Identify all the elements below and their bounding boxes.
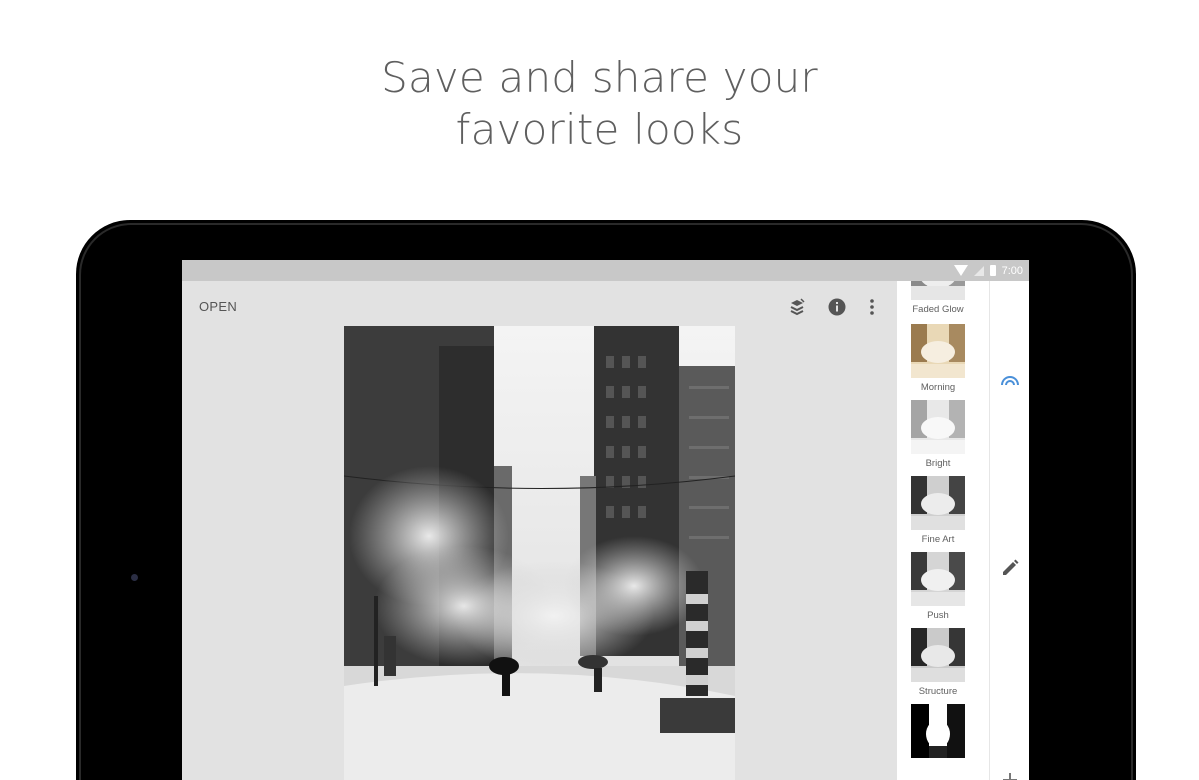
filter-label: Push	[927, 610, 949, 621]
filter-thumbnail	[911, 400, 965, 454]
filter-label: Fine Art	[921, 534, 955, 545]
status-bar: 7:00	[182, 260, 1029, 281]
tools-panel	[989, 281, 1029, 780]
filter-structure[interactable]: Structure	[911, 628, 965, 697]
looks-arc-icon[interactable]	[999, 369, 1021, 391]
app-screen: OPEN Faded Glow Morning Bright Fine Art …	[182, 260, 1029, 780]
filter-morning[interactable]: Morning	[911, 324, 965, 393]
filter-next[interactable]	[911, 704, 965, 758]
headline-line-2: favorite looks	[455, 105, 744, 154]
open-button[interactable]: OPEN	[199, 299, 237, 314]
edited-photo[interactable]	[344, 326, 735, 780]
more-vert-icon[interactable]	[862, 297, 882, 317]
headline-line-1: Save and share your	[381, 53, 818, 102]
filter-fine-art[interactable]: Fine Art	[911, 476, 965, 545]
filter-label: Faded Glow	[912, 304, 964, 315]
filter-thumbnail	[911, 324, 965, 378]
filter-thumbnail	[911, 628, 965, 682]
tablet-frame: OPEN Faded Glow Morning Bright Fine Art …	[76, 220, 1136, 780]
filter-label: Bright	[925, 458, 951, 469]
plus-icon[interactable]	[999, 769, 1021, 780]
signal-icon	[973, 265, 984, 276]
camera-icon	[131, 574, 138, 581]
filter-label: Structure	[918, 686, 958, 697]
stack-edit-icon[interactable]	[787, 297, 807, 317]
filter-label: Morning	[920, 382, 956, 393]
filter-thumbnail	[911, 704, 965, 758]
pencil-icon[interactable]	[999, 557, 1021, 579]
status-time: 7:00	[1001, 264, 1023, 277]
info-icon[interactable]	[827, 297, 847, 317]
battery-icon	[989, 265, 996, 276]
headline: Save and share your favorite looks	[0, 52, 1199, 156]
filter-strip[interactable]: Faded Glow Morning Bright Fine Art Push …	[897, 260, 989, 780]
filter-bright[interactable]: Bright	[911, 400, 965, 469]
filter-thumbnail	[911, 552, 965, 606]
filter-thumbnail	[911, 476, 965, 530]
filter-push[interactable]: Push	[911, 552, 965, 621]
wifi-icon	[953, 265, 968, 276]
